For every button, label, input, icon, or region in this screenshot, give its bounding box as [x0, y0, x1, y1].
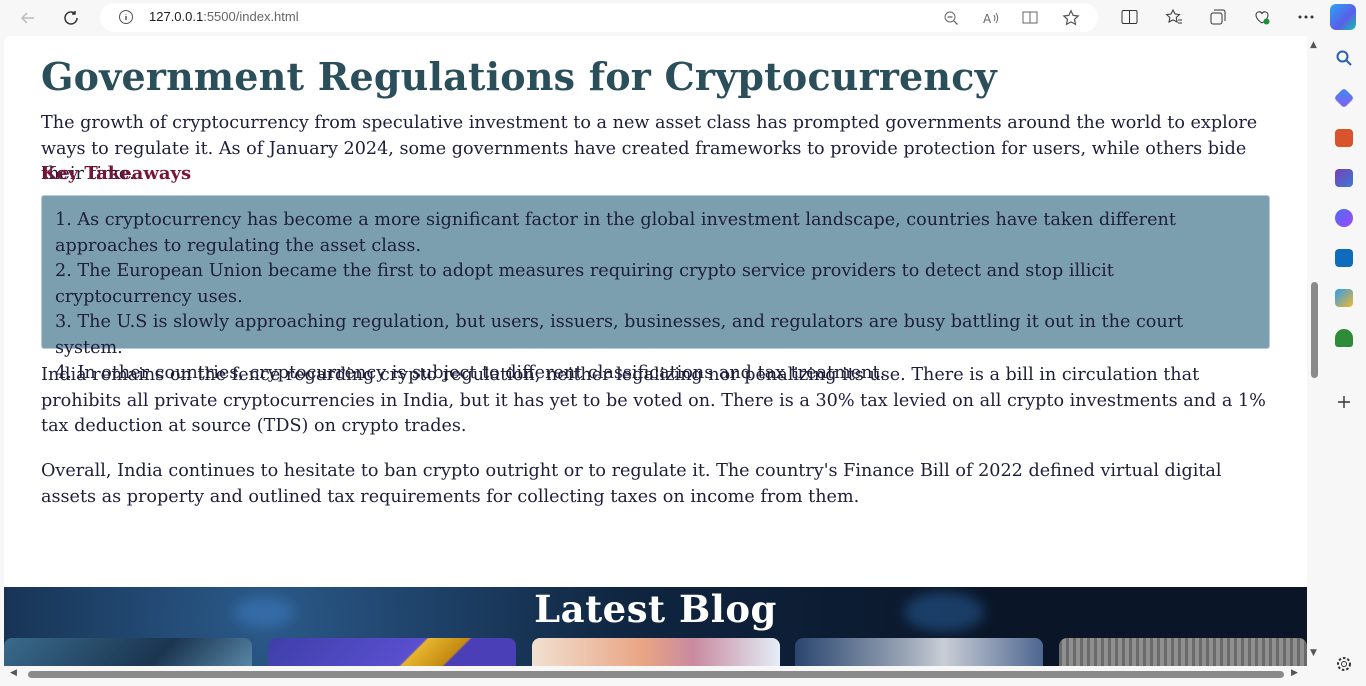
tree-icon[interactable]	[1335, 329, 1353, 347]
more-menu-icon[interactable]	[1286, 7, 1326, 27]
site-info-icon[interactable]	[118, 9, 134, 29]
key-takeaways-heading: Key Takeaways	[41, 163, 192, 184]
blog-card-1-image[interactable]	[4, 638, 252, 666]
browser-toolbar: 127.0.0.1:5500/index.html A	[0, 0, 1366, 36]
immersive-reader-icon[interactable]	[1018, 8, 1044, 28]
zoom-out-icon[interactable]	[938, 8, 964, 28]
takeaway-item: 2. The European Union became the first t…	[55, 261, 1114, 307]
scroll-up-icon[interactable]: ▲	[1310, 40, 1317, 50]
tools-briefcase-icon[interactable]	[1335, 129, 1353, 147]
address-bar[interactable]: 127.0.0.1:5500/index.html A	[100, 3, 1098, 32]
horizontal-scroll-thumb[interactable]	[28, 671, 1284, 678]
settings-gear-icon[interactable]	[1335, 655, 1353, 673]
back-arrow-icon	[20, 12, 34, 24]
shopping-tag-icon[interactable]	[1333, 87, 1355, 109]
copilot-icon[interactable]	[1330, 4, 1356, 30]
blog-card-3-image[interactable]	[532, 638, 780, 666]
intro-paragraph: The growth of cryptocurrency from specul…	[41, 113, 1258, 184]
horizontal-scrollbar[interactable]: ◀ ▶	[4, 666, 1307, 682]
page-title: Government Regulations for Cryptocurrenc…	[41, 54, 997, 99]
svg-text:A: A	[983, 12, 992, 26]
refresh-button[interactable]	[58, 6, 84, 30]
latest-blog-heading: Latest Blog	[534, 587, 777, 631]
back-button[interactable]	[15, 6, 41, 30]
favorites-icon[interactable]	[1154, 7, 1194, 27]
blog-card-5-image[interactable]	[1059, 638, 1307, 666]
blog-card-4-image[interactable]	[795, 638, 1043, 666]
scroll-right-icon[interactable]: ▶	[1291, 668, 1298, 678]
vertical-scroll-thumb[interactable]	[1311, 282, 1318, 378]
scroll-left-icon[interactable]: ◀	[10, 668, 17, 678]
outlook-icon[interactable]	[1335, 249, 1353, 267]
blog-card-2-image[interactable]	[268, 638, 516, 666]
page-viewport: Government Regulations for Cryptocurrenc…	[4, 36, 1307, 666]
read-aloud-icon[interactable]: A	[978, 8, 1004, 28]
add-icon[interactable]	[1335, 393, 1353, 411]
microsoft-365-icon[interactable]	[1335, 209, 1353, 227]
refresh-icon	[64, 11, 78, 25]
vertical-scrollbar[interactable]: ▲ ▼	[1307, 36, 1323, 666]
split-screen-icon[interactable]	[1110, 7, 1150, 27]
overall-paragraph: Overall, India continues to hesitate to …	[41, 461, 1222, 507]
takeaway-item: 3. The U.S is slowly approaching regulat…	[55, 312, 1184, 358]
games-chess-icon[interactable]	[1335, 169, 1353, 187]
india-paragraph: India remains on the fence regarding cry…	[41, 365, 1266, 436]
drop-send-icon[interactable]	[1335, 289, 1353, 307]
browser-essentials-icon[interactable]	[1242, 7, 1282, 27]
takeaway-item: 1. As cryptocurrency has become a more s…	[55, 210, 1176, 256]
scroll-down-icon[interactable]: ▼	[1310, 648, 1317, 658]
key-takeaways-box: 1. As cryptocurrency has become a more s…	[41, 195, 1270, 383]
collections-icon[interactable]	[1198, 7, 1238, 27]
favorite-star-icon[interactable]	[1058, 8, 1084, 28]
edge-sidebar	[1323, 36, 1366, 686]
url-host: 127.0.0.1	[149, 9, 204, 24]
search-icon[interactable]	[1335, 49, 1353, 67]
url-text[interactable]: 127.0.0.1:5500/index.html	[149, 9, 299, 24]
latest-blog-section: Latest Blog	[4, 587, 1307, 666]
url-path: :5500/index.html	[203, 9, 299, 24]
